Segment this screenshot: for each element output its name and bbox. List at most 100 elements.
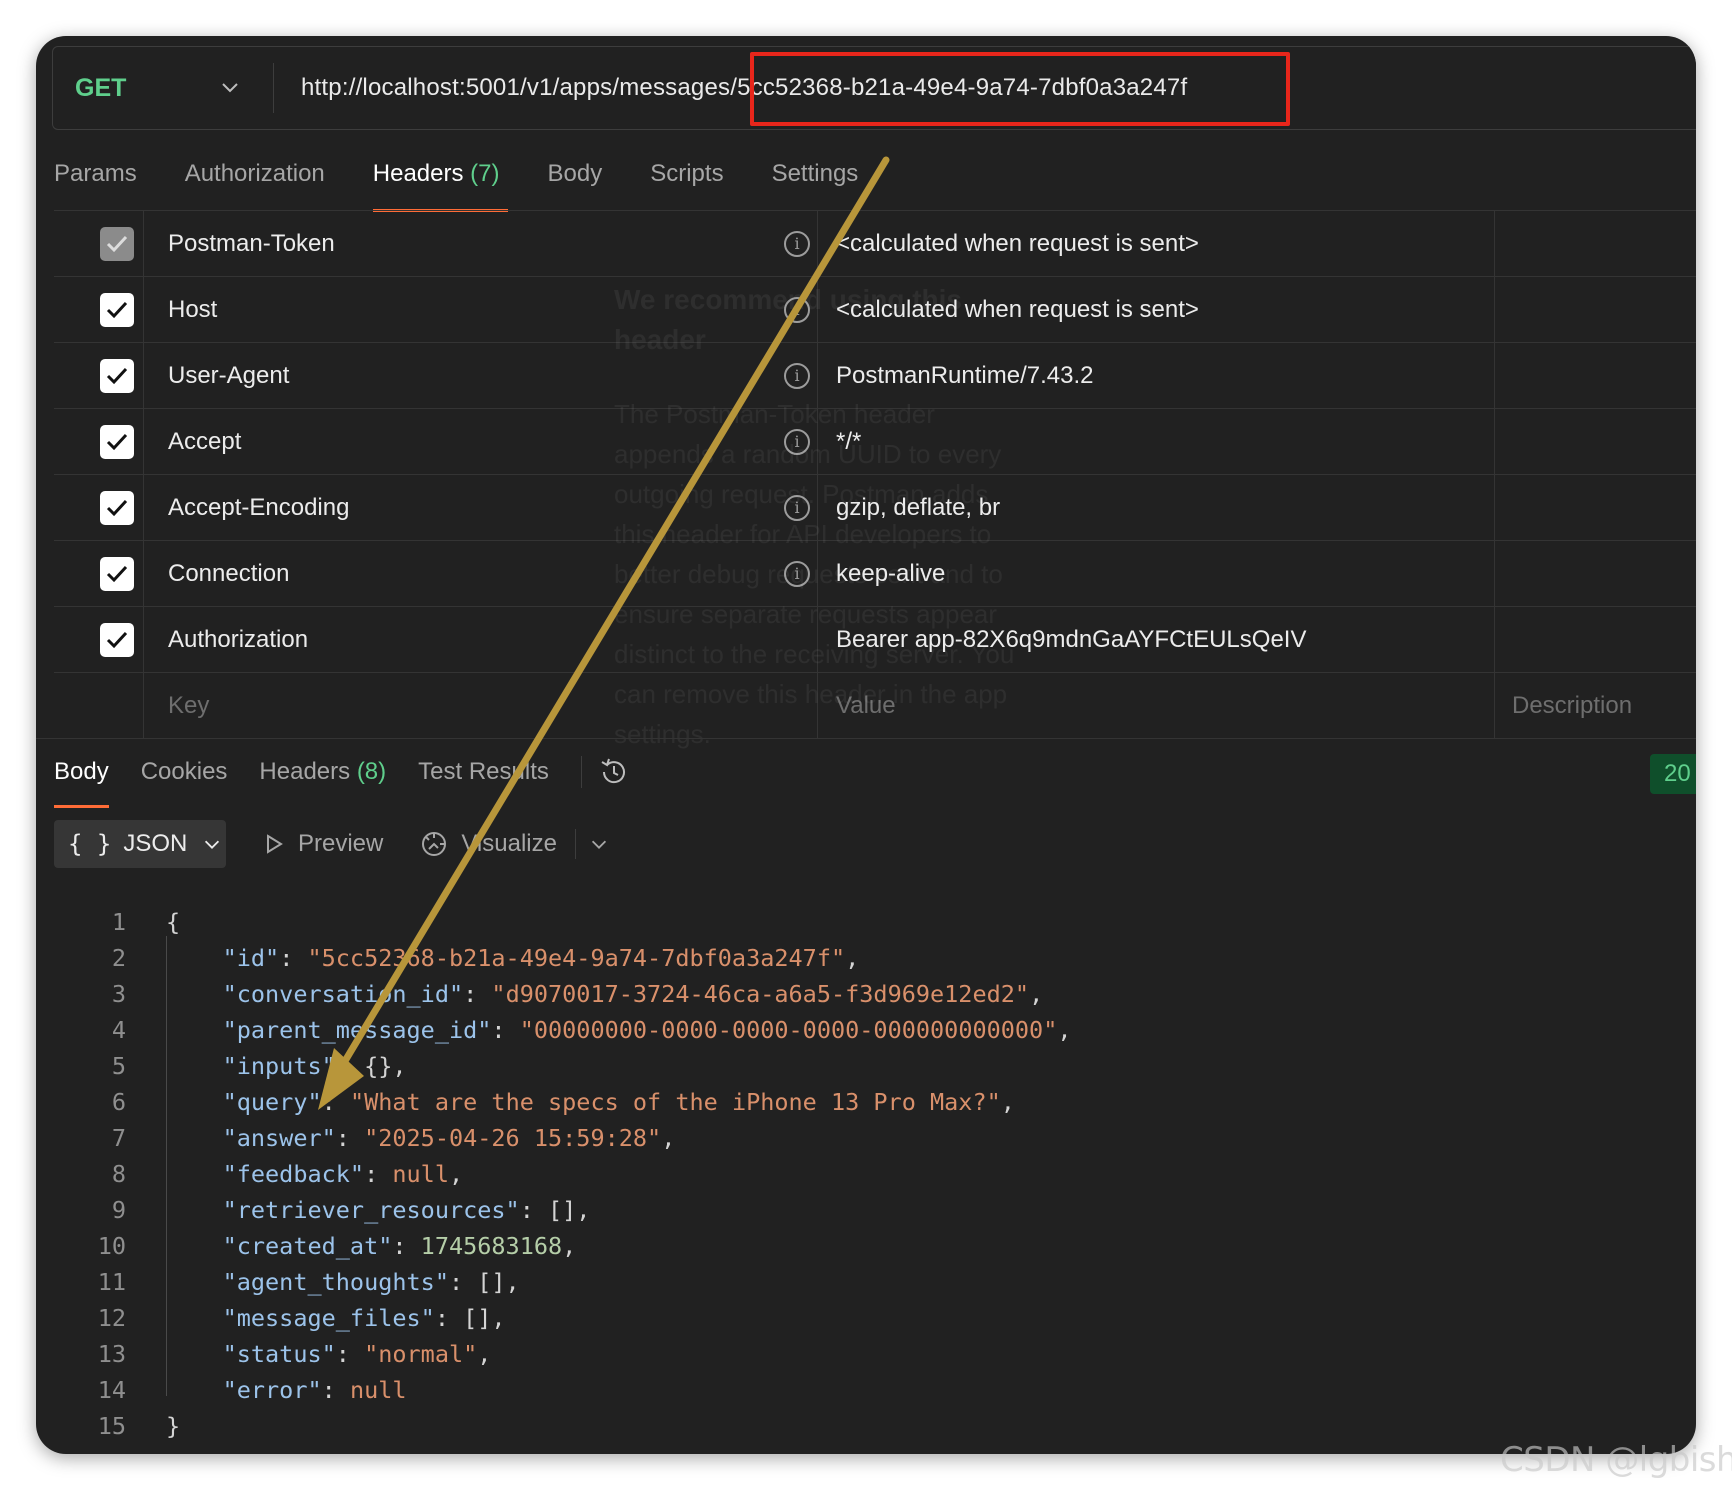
header-value[interactable]: gzip, deflate, br — [836, 475, 1000, 541]
method-select[interactable]: GET — [75, 47, 295, 129]
tab-cookies[interactable]: Cookies — [141, 754, 228, 808]
header-key[interactable]: Connection — [168, 541, 289, 607]
divider — [580, 756, 582, 788]
info-icon[interactable]: i — [784, 297, 810, 323]
header-enabled-checkbox[interactable] — [100, 557, 134, 591]
tab-label: Settings — [771, 160, 859, 187]
code-text: "conversation_id": "d9070017-3724-46ca-a… — [166, 976, 1044, 1012]
format-label: JSON — [123, 830, 188, 857]
code-token: : — [491, 1016, 520, 1044]
format-select-json[interactable]: { } JSON — [54, 820, 226, 868]
visualize-button[interactable]: Visualize — [419, 829, 557, 859]
info-icon[interactable]: i — [784, 363, 810, 389]
code-line: 14 "error": null — [36, 1372, 1696, 1408]
checkbox-cell — [54, 607, 144, 673]
header-key[interactable]: Authorization — [168, 607, 308, 673]
line-number: 9 — [111, 1196, 126, 1224]
divider — [574, 829, 576, 859]
code-text: "message_files": [], — [166, 1300, 506, 1336]
braces-icon: { } — [68, 830, 112, 858]
header-value[interactable]: PostmanRuntime/7.43.2 — [836, 343, 1093, 409]
divider — [36, 738, 1696, 739]
value-placeholder[interactable]: Value — [836, 673, 896, 739]
info-icon[interactable]: i — [784, 495, 810, 521]
tab-headers[interactable]: Headers (7) — [372, 156, 508, 212]
divider — [1494, 343, 1495, 409]
preview-button[interactable]: Preview — [262, 830, 383, 858]
tab-scripts[interactable]: Scripts — [650, 156, 723, 212]
line-number: 4 — [111, 1016, 126, 1044]
divider — [817, 475, 818, 541]
chevron-down-icon[interactable] — [588, 833, 610, 855]
line-number: 15 — [97, 1412, 126, 1440]
code-line: 4 "parent_message_id": "00000000-0000-00… — [36, 1012, 1696, 1048]
code-token: "parent_message_id" — [222, 1016, 492, 1044]
checkbox-cell — [54, 673, 144, 739]
code-line: 2 "id": "5cc52368-b21a-49e4-9a74-7dbf0a3… — [36, 940, 1696, 976]
header-value[interactable]: Bearer app-82X6q9mdnGaAYFCtEULsQeIV — [836, 607, 1306, 673]
tab-label: Cookies — [140, 758, 228, 785]
header-enabled-checkbox[interactable] — [100, 623, 134, 657]
header-enabled-checkbox[interactable] — [100, 491, 134, 525]
tab-settings[interactable]: Settings — [772, 156, 859, 212]
description-placeholder[interactable]: Description — [1512, 673, 1632, 739]
header-value[interactable]: keep-alive — [836, 541, 945, 607]
header-row: Postman-Token i <calculated when request i… — [54, 210, 1696, 277]
code-token: , — [562, 1232, 577, 1260]
header-enabled-checkbox[interactable] — [100, 293, 134, 327]
tab-label: Body — [547, 160, 603, 187]
info-icon[interactable]: i — [784, 429, 810, 455]
tab-response-body[interactable]: Body — [54, 754, 109, 808]
tab-test-results[interactable]: Test Results — [418, 754, 549, 808]
code-line: 8 "feedback": null, — [36, 1156, 1696, 1192]
header-value[interactable]: <calculated when request is sent> — [836, 277, 1199, 343]
check-icon — [106, 499, 128, 517]
key-placeholder[interactable]: Key — [168, 673, 209, 739]
code-token: "What are the specs of the iPhone 13 Pro… — [349, 1088, 1001, 1116]
code-token: "agent_thoughts" — [222, 1268, 449, 1296]
header-enabled-checkbox[interactable] — [100, 359, 134, 393]
info-icon[interactable]: i — [784, 561, 810, 587]
line-number: 3 — [111, 980, 126, 1008]
tab-response-headers[interactable]: Headers (8) — [259, 754, 386, 808]
header-key[interactable]: User-Agent — [168, 343, 289, 409]
line-number: 2 — [111, 944, 126, 972]
tab-label: Test Results — [418, 758, 549, 785]
header-value[interactable]: <calculated when request is sent> — [836, 211, 1199, 277]
header-row: Accept-Encoding i gzip, deflate, br — [54, 474, 1696, 541]
header-key[interactable]: Accept — [168, 409, 241, 475]
history-icon[interactable] — [598, 756, 630, 788]
code-text: "status": "normal", — [166, 1336, 492, 1372]
code-token: 1745683168 — [420, 1232, 563, 1260]
response-json-editor[interactable]: 1{2 "id": "5cc52368-b21a-49e4-9a74-7dbf0… — [36, 904, 1696, 1444]
info-icon[interactable]: i — [784, 231, 810, 257]
code-text: "parent_message_id": "00000000-0000-0000… — [166, 1012, 1072, 1048]
divider — [1494, 475, 1495, 541]
tab-authorization[interactable]: Authorization — [185, 156, 325, 212]
line-number: 11 — [97, 1268, 126, 1296]
code-text: "created_at": 1745683168, — [166, 1228, 577, 1264]
header-key[interactable]: Host — [168, 277, 217, 343]
code-token: "5cc52368-b21a-49e4-9a74-7dbf0a3a247f" — [307, 944, 846, 972]
header-key[interactable]: Postman-Token — [168, 211, 335, 277]
code-token: null — [392, 1160, 449, 1188]
tab-params[interactable]: Params — [54, 156, 137, 212]
code-text: "retriever_resources": [], — [166, 1192, 591, 1228]
chevron-down-icon[interactable] — [218, 75, 242, 99]
line-number: 5 — [111, 1052, 126, 1080]
code-text: } — [166, 1408, 180, 1444]
code-text: { — [166, 904, 180, 940]
code-token: : [], — [519, 1196, 591, 1224]
tab-body[interactable]: Body — [548, 156, 603, 212]
line-number: 13 — [97, 1340, 126, 1368]
header-row: User-Agent i PostmanRuntime/7.43.2 — [54, 342, 1696, 409]
code-token: "retriever_resources" — [222, 1196, 520, 1224]
header-enabled-checkbox[interactable] — [100, 227, 134, 261]
header-value[interactable]: */* — [836, 409, 861, 475]
header-key[interactable]: Accept-Encoding — [168, 475, 349, 541]
header-enabled-checkbox[interactable] — [100, 425, 134, 459]
